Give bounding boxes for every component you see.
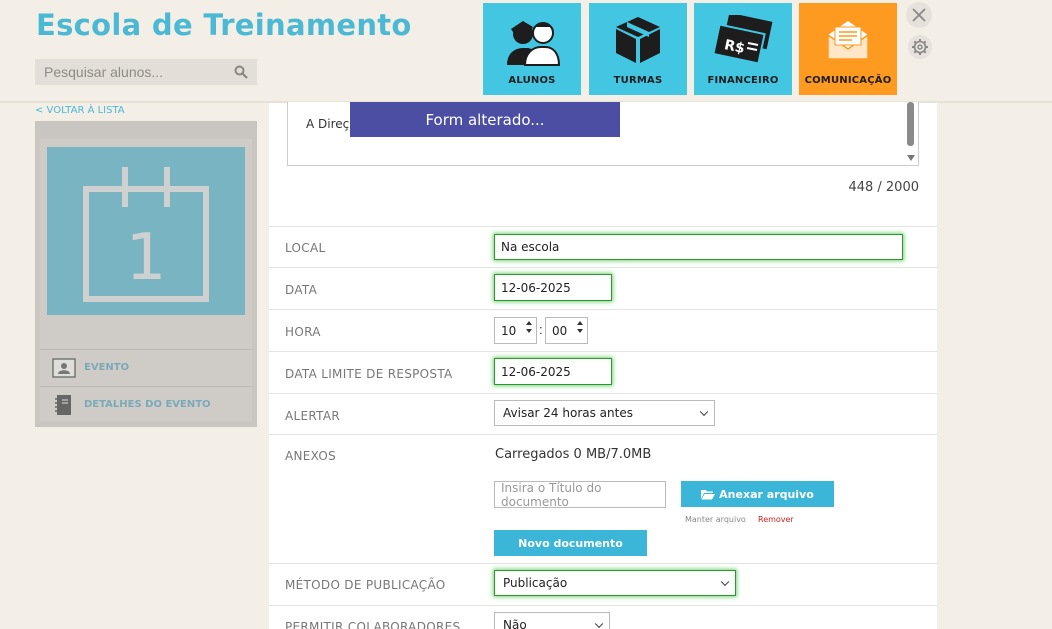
textarea-scrollbar[interactable] — [907, 102, 914, 146]
local-value: Na escola — [501, 240, 560, 254]
field-label: ANEXOS — [285, 449, 337, 463]
sidebar-inner: 1 EVENTO DETALHES DO EVENTO — [40, 139, 252, 422]
new-document-button[interactable]: Novo documento — [494, 530, 647, 556]
row-colaboradores: PERMITIR COLABORADORES Não — [269, 605, 937, 629]
sidebar-panel: 1 EVENTO DETALHES DO EVENTO — [35, 121, 257, 427]
field-label: LOCAL — [285, 241, 326, 255]
document-title-input[interactable]: Insira o Título do documento — [494, 480, 666, 509]
contact-card-icon — [52, 357, 76, 378]
money-icon: R$ — [712, 15, 773, 65]
date-input[interactable]: 12-06-2025 — [494, 274, 612, 301]
row-hora: HORA 10 : 00 — [269, 309, 937, 351]
main-form-panel: A Direção Form alterado... 448 / 2000 LO… — [269, 102, 937, 629]
search-icon[interactable] — [234, 65, 248, 79]
row-data: DATA 12-06-2025 — [269, 267, 937, 309]
field-label: MÉTODO DE PUBLICAÇÃO — [285, 578, 446, 592]
row-alertar: ALERTAR Avisar 24 horas antes — [269, 393, 937, 434]
sidebar-item-label: EVENTO — [84, 362, 130, 373]
calendar-icon: 1 — [83, 167, 209, 302]
chevron-down-icon — [594, 619, 604, 629]
date-value: 12-06-2025 — [501, 280, 571, 295]
nav-label: ALUNOS — [508, 75, 556, 86]
document-title-placeholder: Insira o Título do documento — [501, 480, 602, 509]
minute-value: 00 — [552, 323, 568, 338]
close-button[interactable] — [906, 2, 932, 28]
sidebar-item-evento[interactable]: EVENTO — [40, 349, 252, 385]
nav-tile-comunicacao[interactable]: COMUNICAÇÃO — [799, 3, 897, 95]
chevron-down-icon — [720, 577, 730, 587]
attach-file-button[interactable]: Anexar arquivo — [681, 481, 834, 507]
nav-tile-financeiro[interactable]: R$ FINANCEIRO — [694, 3, 792, 95]
collaborators-select[interactable]: Não — [494, 612, 610, 629]
alert-value: Avisar 24 horas antes — [503, 406, 633, 420]
attach-button-label: Anexar arquivo — [719, 487, 814, 501]
field-label: PERMITIR COLABORADORES — [285, 620, 461, 629]
field-label: HORA — [285, 325, 321, 339]
search-input[interactable] — [35, 60, 225, 84]
student-search[interactable] — [35, 59, 257, 85]
minute-stepper[interactable]: 00 — [545, 317, 588, 344]
settings-button[interactable] — [908, 35, 932, 59]
box-icon — [616, 17, 660, 63]
envelope-icon — [827, 21, 869, 60]
alert-select[interactable]: Avisar 24 horas antes — [494, 400, 715, 426]
nav-label: TURMAS — [613, 75, 663, 86]
row-anexos: ANEXOS Carregados 0 MB/7.0MB Insira o Tí… — [269, 434, 937, 563]
scroll-down-arrow-icon[interactable] — [907, 155, 915, 161]
notebook-icon — [55, 394, 71, 415]
publish-method-value: Publicação — [503, 576, 568, 590]
new-document-label: Novo documento — [518, 536, 623, 550]
school-title: Escola de Treinamento — [36, 8, 412, 42]
hour-spinner[interactable] — [526, 321, 532, 333]
nav-tile-alunos[interactable]: ALUNOS — [483, 3, 581, 95]
form-changed-toast: Form alterado... — [350, 102, 620, 137]
field-label: DATA — [285, 283, 318, 297]
event-calendar-tile: 1 — [47, 147, 245, 315]
hour-value: 10 — [501, 323, 517, 338]
sidebar-item-detalhes[interactable]: DETALHES DO EVENTO — [40, 386, 252, 422]
field-label: ALERTAR — [285, 409, 340, 423]
close-icon — [912, 8, 926, 22]
row-data-limite: DATA LIMITE DE RESPOSTA 12-06-2025 — [269, 351, 937, 393]
back-to-list-link[interactable]: < VOLTAR À LISTA — [35, 105, 125, 116]
row-metodo: MÉTODO DE PUBLICAÇÃO Publicação — [269, 563, 937, 605]
deadline-date-input[interactable]: 12-06-2025 — [494, 358, 612, 385]
upload-quota: Carregados 0 MB/7.0MB — [495, 447, 652, 462]
gear-icon — [912, 39, 928, 55]
publish-method-select[interactable]: Publicação — [494, 570, 736, 596]
students-icon — [507, 21, 561, 66]
nav-label: FINANCEIRO — [707, 75, 779, 86]
nav-tile-turmas[interactable]: TURMAS — [589, 3, 687, 95]
calendar-day: 1 — [126, 221, 167, 295]
minute-spinner[interactable] — [577, 321, 583, 333]
hour-stepper[interactable]: 10 — [494, 317, 537, 344]
local-input[interactable]: Na escola — [494, 234, 903, 260]
field-label: DATA LIMITE DE RESPOSTA — [285, 367, 453, 381]
keep-file-link[interactable]: Manter arquivo — [685, 515, 746, 524]
char-counter: 448 / 2000 — [848, 180, 919, 195]
sidebar-item-label: DETALHES DO EVENTO — [84, 399, 211, 410]
deadline-value: 12-06-2025 — [501, 364, 571, 379]
folder-open-icon — [701, 489, 716, 499]
collaborators-value: Não — [503, 618, 527, 629]
time-separator: : — [539, 322, 543, 337]
chevron-down-icon — [699, 407, 709, 417]
remove-file-link[interactable]: Remover — [758, 515, 794, 524]
nav-label: COMUNICAÇÃO — [804, 75, 892, 86]
row-local: LOCAL Na escola — [269, 226, 937, 267]
